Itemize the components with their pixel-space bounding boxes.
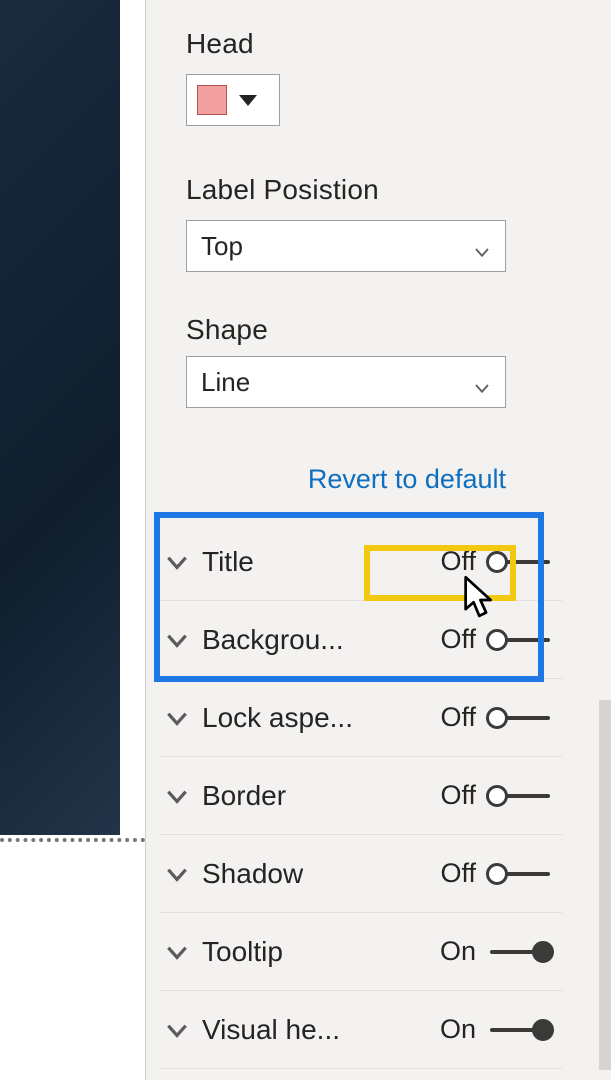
- label-position-select[interactable]: Top: [186, 220, 506, 272]
- toggle-switch[interactable]: [486, 1017, 554, 1043]
- section-row-header[interactable]: Backgrou...: [164, 624, 344, 656]
- section-row-toggle: Off: [432, 780, 554, 811]
- toggle-switch[interactable]: [486, 783, 554, 809]
- chevron-down-icon: [473, 373, 491, 391]
- section-row-toggle: Off: [432, 624, 554, 655]
- toggle-state-text: Off: [432, 780, 476, 811]
- chevron-down-icon: [164, 783, 190, 809]
- toggle-switch[interactable]: [486, 939, 554, 965]
- vertical-scrollbar[interactable]: [599, 700, 611, 1070]
- section-row-toggle: Off: [432, 702, 554, 733]
- section-row-toggle: Off: [432, 858, 554, 889]
- visual-thumbnail: [0, 0, 120, 835]
- section-row[interactable]: Border Off: [160, 757, 562, 835]
- section-row-toggle: Off: [432, 546, 554, 577]
- formatting-pane: Head Label Posistion Top Shape L: [145, 0, 611, 1080]
- revert-to-default-link[interactable]: Revert to default: [186, 464, 506, 495]
- chevron-down-icon: [164, 705, 190, 731]
- section-label: Shadow: [202, 858, 303, 890]
- dropdown-caret-icon: [239, 95, 257, 106]
- shape-field: Shape Line: [186, 314, 536, 408]
- toggle-state-text: Off: [432, 702, 476, 733]
- section-row-header[interactable]: Lock aspe...: [164, 702, 353, 734]
- toggle-state-text: Off: [432, 858, 476, 889]
- toggle-switch[interactable]: [486, 549, 554, 575]
- head-field: Head: [186, 28, 536, 126]
- section-row-header[interactable]: Visual he...: [164, 1014, 340, 1046]
- toggle-switch[interactable]: [486, 627, 554, 653]
- chevron-down-icon: [164, 549, 190, 575]
- section-row[interactable]: Tooltip On: [160, 913, 562, 991]
- section-label: Backgrou...: [202, 624, 344, 656]
- chevron-down-icon: [164, 939, 190, 965]
- section-row-header[interactable]: Tooltip: [164, 936, 283, 968]
- label-position-value: Top: [201, 231, 243, 262]
- section-row[interactable]: Title Off: [160, 523, 562, 601]
- toggle-state-text: Off: [432, 624, 476, 655]
- toggle-switch[interactable]: [486, 705, 554, 731]
- toggle-state-text: Off: [432, 546, 476, 577]
- head-color-picker[interactable]: [186, 74, 280, 126]
- section-label: Border: [202, 780, 286, 812]
- chevron-down-icon: [164, 1017, 190, 1043]
- section-row[interactable]: Shadow Off: [160, 835, 562, 913]
- selection-bottom-guide: [0, 838, 145, 842]
- head-color-swatch: [197, 85, 227, 115]
- shape-value: Line: [201, 367, 250, 398]
- section-label: Tooltip: [202, 936, 283, 968]
- section-row-header[interactable]: Border: [164, 780, 286, 812]
- toggle-state-text: On: [432, 1014, 476, 1045]
- chevron-down-icon: [164, 861, 190, 887]
- section-row[interactable]: Backgrou... Off: [160, 601, 562, 679]
- chevron-down-icon: [164, 627, 190, 653]
- section-label: Visual he...: [202, 1014, 340, 1046]
- shape-label: Shape: [186, 314, 536, 346]
- section-row-header[interactable]: Shadow: [164, 858, 303, 890]
- canvas-margin: [120, 0, 145, 845]
- head-label: Head: [186, 28, 536, 60]
- section-row[interactable]: Visual he... On: [160, 991, 562, 1069]
- section-row-toggle: On: [432, 1014, 554, 1045]
- section-label: Title: [202, 546, 254, 578]
- canvas-preview: [0, 0, 145, 1080]
- shape-select[interactable]: Line: [186, 356, 506, 408]
- label-position-label: Label Posistion: [186, 174, 536, 206]
- section-row-toggle: On: [432, 936, 554, 967]
- section-row-header[interactable]: Title: [164, 546, 254, 578]
- toggle-switch[interactable]: [486, 861, 554, 887]
- section-label: Lock aspe...: [202, 702, 353, 734]
- chevron-down-icon: [473, 237, 491, 255]
- label-position-field: Label Posistion Top: [186, 174, 536, 272]
- section-row[interactable]: Lock aspe... Off: [160, 679, 562, 757]
- toggle-state-text: On: [432, 936, 476, 967]
- sections-list: TitleOffBackgrou...OffLock aspe...OffBor…: [160, 523, 562, 1069]
